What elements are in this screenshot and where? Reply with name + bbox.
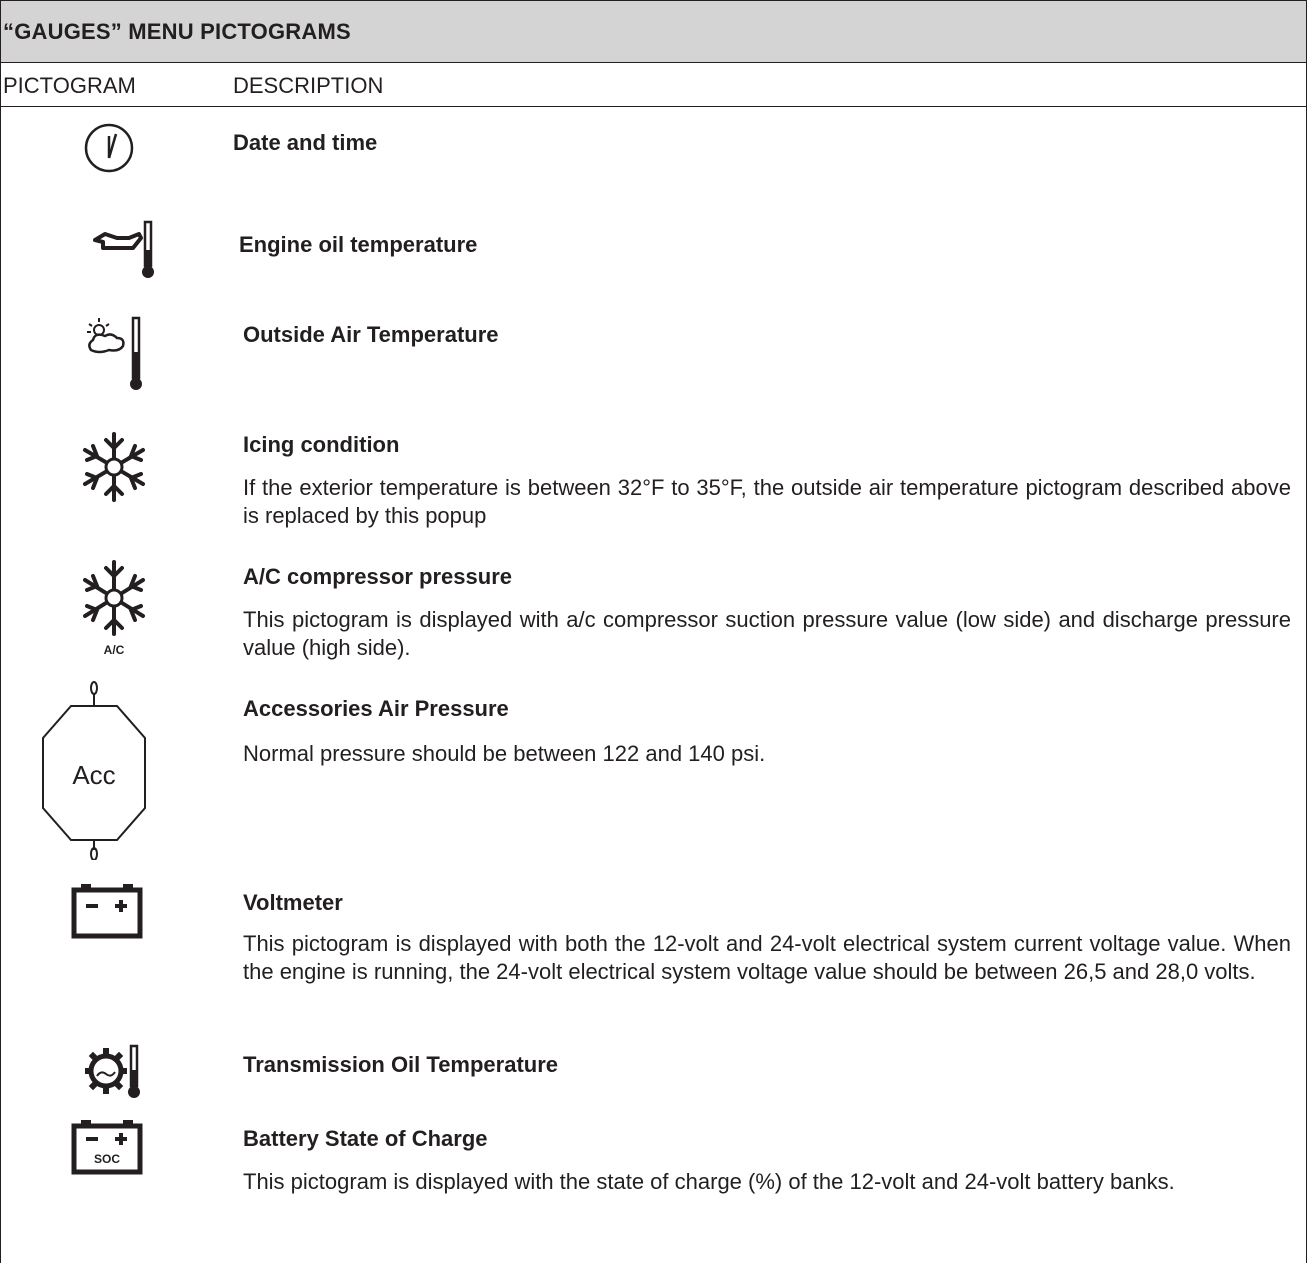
table-row: A/C A/C compressor pressure This pictogr… [1, 546, 1306, 674]
row-description: This pictogram is displayed with a/c com… [243, 607, 1291, 660]
ac-snowflake-icon: A/C [83, 560, 145, 657]
soc-label: SOC [94, 1152, 120, 1166]
row-title: Engine oil temperature [239, 232, 478, 257]
row-title: Outside Air Temperature [243, 322, 499, 347]
table-row: Outside Air Temperature [1, 294, 1306, 404]
ac-label: A/C [104, 643, 125, 657]
row-title: Date and time [233, 130, 378, 155]
pictogram-table: “GAUGES” MENU PICTOGRAMS PICTOGRAM DESCR… [0, 0, 1307, 1263]
row-description: This pictogram is displayed with both th… [243, 931, 1291, 984]
table-row: Voltmeter This pictogram is displayed wi… [1, 868, 1306, 1038]
snowflake-icon [83, 432, 145, 502]
row-description: Normal pressure should be between 122 an… [243, 741, 766, 766]
description-column-header: DESCRIPTION [233, 73, 384, 98]
table-row: Icing condition If the exterior temperat… [1, 404, 1306, 546]
row-title: Voltmeter [243, 890, 343, 915]
table-row: SOC Battery State of Charge This pictogr… [1, 1108, 1306, 1263]
air-tank-icon: Acc [42, 681, 146, 860]
row-title: Accessories Air Pressure [243, 696, 509, 721]
table-title: “GAUGES” MENU PICTOGRAMS [3, 19, 351, 44]
table-row: Acc Accessories Air Pressure Normal pres… [1, 674, 1306, 868]
battery-soc-icon: SOC [71, 1120, 143, 1175]
row-title: Battery State of Charge [243, 1126, 488, 1151]
engine-oil-temperature-icon [93, 220, 154, 278]
row-title: Icing condition [243, 432, 400, 457]
table-row: Transmission Oil Temperature [1, 1038, 1306, 1108]
table-title-bar: “GAUGES” MENU PICTOGRAMS [1, 0, 1306, 63]
row-description: This pictogram is displayed with the sta… [243, 1169, 1175, 1194]
row-title: A/C compressor pressure [243, 564, 512, 589]
row-title: Transmission Oil Temperature [243, 1052, 559, 1077]
column-header-row: PICTOGRAM DESCRIPTION [1, 63, 1306, 107]
transmission-oil-temperature-icon [85, 1044, 140, 1098]
pictogram-column-header: PICTOGRAM [3, 73, 136, 98]
acc-label: Acc [72, 760, 115, 790]
outside-air-temperature-icon [87, 316, 142, 390]
table-row: Date and time [1, 108, 1306, 198]
battery-icon [71, 884, 143, 939]
clock-icon [84, 123, 134, 173]
table-row: Engine oil temperature [1, 198, 1306, 294]
row-description: If the exterior temperature is between 3… [243, 475, 1291, 528]
